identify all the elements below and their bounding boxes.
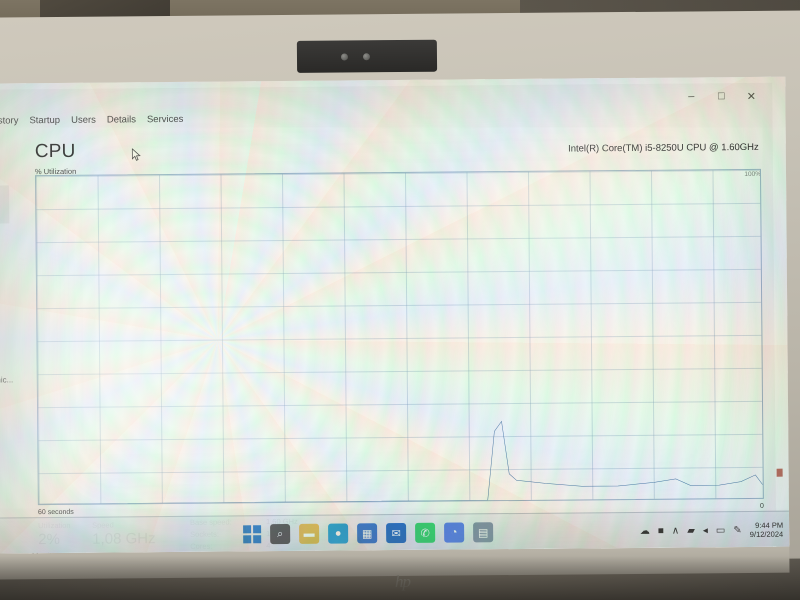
tray-app-icon[interactable]: ■ xyxy=(658,525,664,536)
graph-axis-right-label: 0 xyxy=(759,502,764,510)
screen-edge-artifact xyxy=(776,468,783,477)
battery-icon[interactable]: ▭ xyxy=(716,525,726,536)
start-button[interactable] xyxy=(243,525,262,544)
close-button[interactable]: ✕ xyxy=(736,85,766,107)
network-icon[interactable]: ▰ xyxy=(687,525,695,536)
graph-axis-left-label: 60 seconds xyxy=(37,508,74,517)
tab-users[interactable]: Users xyxy=(71,114,96,125)
clock-date: 9/12/2024 xyxy=(749,529,784,539)
tab-details[interactable]: Details xyxy=(107,114,136,125)
task-manager-window: – □ ✕ o history Startup Users Details Se… xyxy=(0,82,777,554)
list-item[interactable]: raphic... xyxy=(0,375,13,384)
screen-bezel xyxy=(0,10,800,83)
window-controls: – □ ✕ xyxy=(676,85,766,108)
laptop-screen: – □ ✕ o history Startup Users Details Se… xyxy=(0,76,790,554)
copilot-icon[interactable]: ◔ xyxy=(444,522,465,543)
cpu-utilization-graph xyxy=(35,168,764,506)
system-tray: ☁ ■ ∧ ▰ ◂ ▭ ✎ 9:44 PM 9/12/2024 xyxy=(640,512,784,549)
store-icon[interactable]: ▦ xyxy=(357,523,378,544)
file-explorer-icon[interactable]: ▬ xyxy=(299,523,320,544)
webcam-lens-icon xyxy=(340,53,349,61)
clock[interactable]: 9:44 PM 9/12/2024 xyxy=(750,520,784,539)
cpu-detail-pane: CPU Intel(R) Core(TM) i5-8250U CPU @ 1.6… xyxy=(19,125,777,554)
mouse-cursor-icon xyxy=(131,148,141,161)
tab-bar: o history Startup Users Details Services xyxy=(0,110,183,130)
taskbar: ⌕ ▬ ● ▦ ✉ ✆ ◔ ▤ ☁ ■ ∧ ▰ ◂ ▭ ✎ 9:44 PM 9/12/2024 xyxy=(0,510,790,554)
tab-services[interactable]: Services xyxy=(147,113,184,124)
whatsapp-icon[interactable]: ✆ xyxy=(415,522,436,543)
page-title: CPU xyxy=(34,140,76,163)
search-icon[interactable]: ⌕ xyxy=(270,523,291,545)
taskbar-apps: ⌕ ▬ ● ▦ ✉ ✆ ◔ ▤ xyxy=(243,514,494,552)
clock-time: 9:44 PM xyxy=(755,520,784,530)
volume-icon[interactable]: ◂ xyxy=(703,525,708,536)
foreground-shadow xyxy=(0,556,800,600)
cpu-utilization-line xyxy=(36,170,763,504)
list-thumbnail xyxy=(0,185,10,224)
cpu-model-label: Intel(R) Core(TM) i5-8250U CPU @ 1.60GHz xyxy=(568,141,759,155)
webcam-sensor-icon xyxy=(362,53,371,61)
edge-icon[interactable]: ● xyxy=(328,523,349,544)
onedrive-icon[interactable]: ☁ xyxy=(640,525,650,536)
chevron-up-icon[interactable]: ∧ xyxy=(672,525,679,536)
laptop-chassis: – □ ✕ o history Startup Users Details Se… xyxy=(0,10,800,580)
mail-icon[interactable]: ✉ xyxy=(386,522,407,544)
tab-startup[interactable]: Startup xyxy=(29,114,60,125)
pen-icon[interactable]: ✎ xyxy=(733,525,741,536)
minimize-button[interactable]: – xyxy=(676,85,706,107)
webcam-bar xyxy=(296,39,438,73)
maximize-button[interactable]: □ xyxy=(706,85,736,107)
tab-app-history[interactable]: o history xyxy=(0,115,18,126)
task-manager-icon[interactable]: ▤ xyxy=(473,522,494,543)
